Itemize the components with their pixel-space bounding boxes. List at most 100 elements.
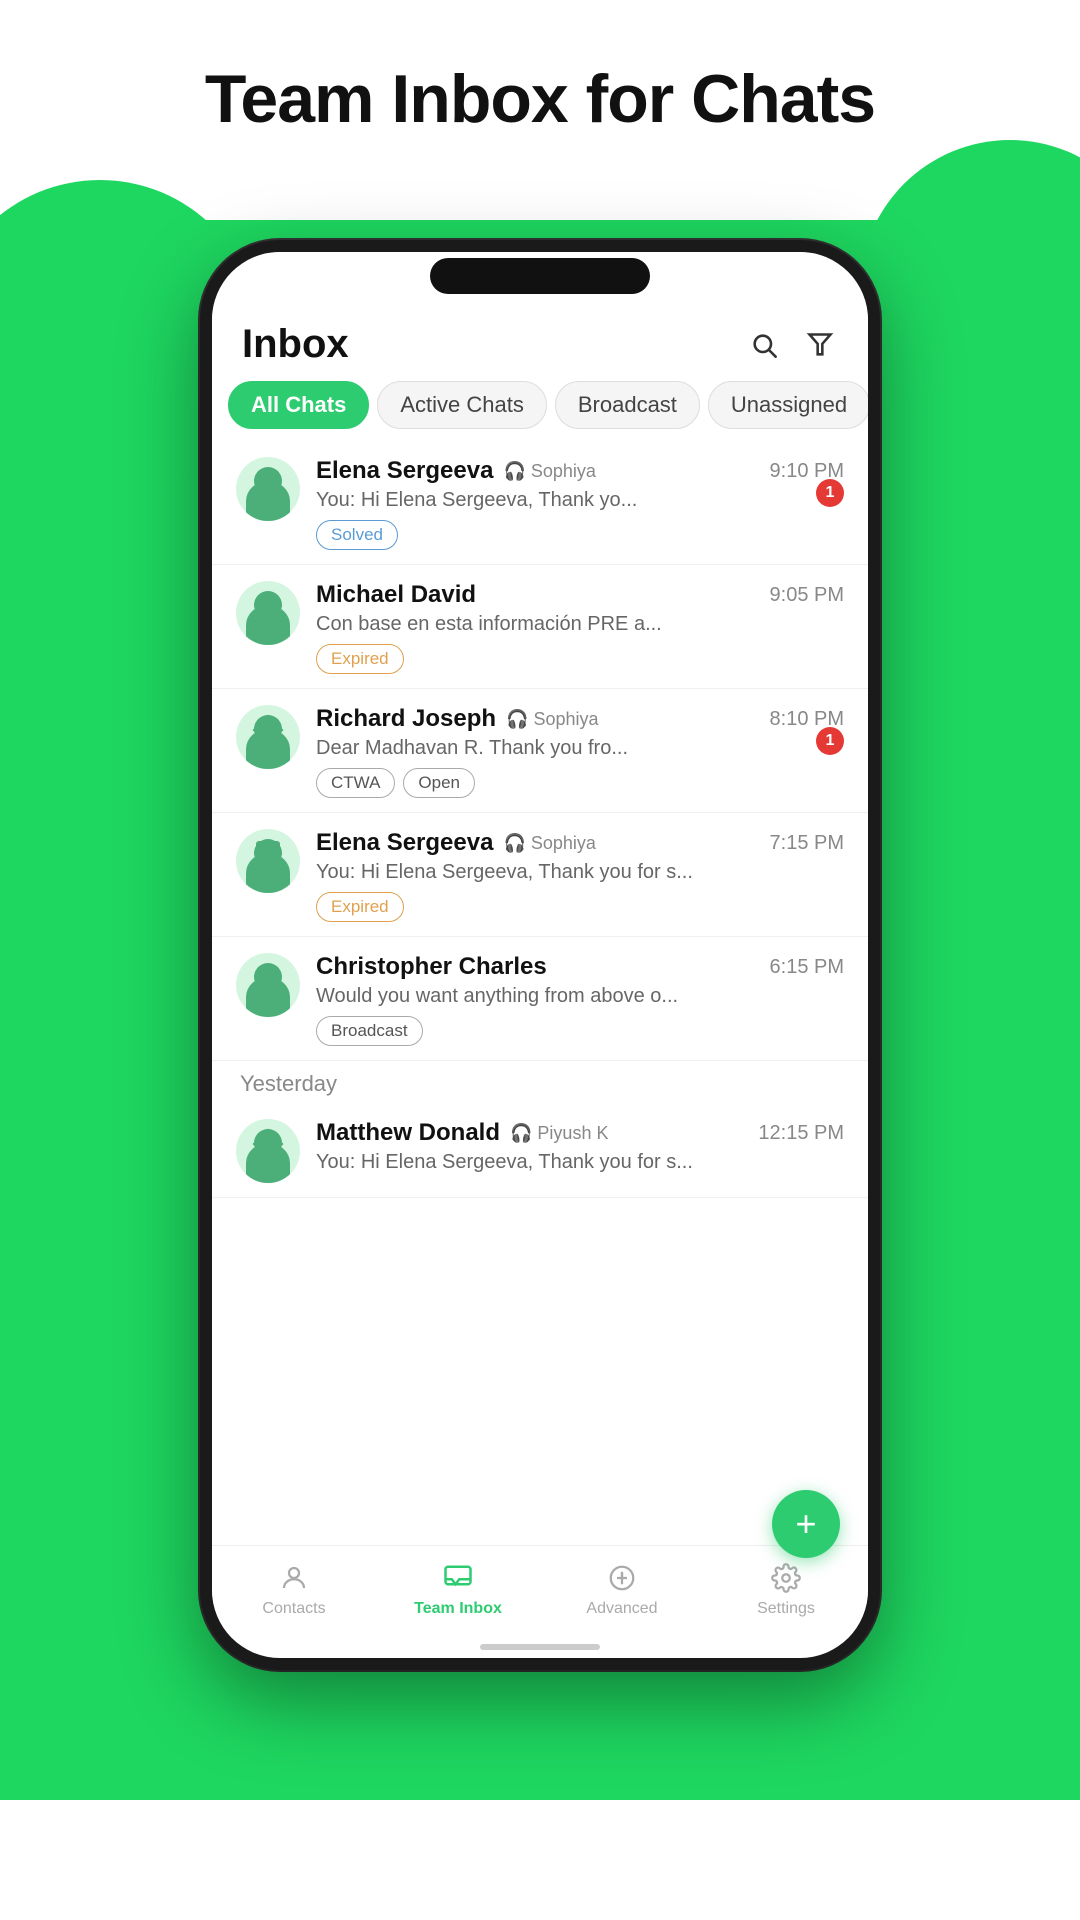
tag-expired: Expired — [316, 892, 404, 922]
chat-info: Richard Joseph 🎧 Sophiya 8:10 PM Dear Ma… — [316, 705, 844, 798]
avatar — [236, 829, 300, 893]
nav-team-inbox-label: Team Inbox — [414, 1600, 502, 1618]
agent-badge: 🎧 Piyush K — [510, 1123, 608, 1144]
header: Inbox — [212, 312, 868, 381]
chat-tags: CTWA Open — [316, 768, 844, 798]
agent-name: Piyush K — [537, 1123, 608, 1144]
headset-icon: 🎧 — [503, 461, 525, 482]
chat-message: You: Hi Elena Sergeeva, Thank yo... — [316, 489, 844, 512]
team-inbox-icon — [440, 1560, 476, 1596]
search-icon[interactable] — [746, 327, 782, 363]
avatar — [236, 705, 300, 769]
filter-icon[interactable] — [802, 327, 838, 363]
contacts-icon — [276, 1560, 312, 1596]
chat-item[interactable]: Matthew Donald 🎧 Piyush K 12:15 PM You: … — [212, 1103, 868, 1198]
chat-name: Elena Sergeeva — [316, 829, 493, 857]
chat-info: Elena Sergeeva 🎧 Sophiya 9:10 PM You: Hi… — [316, 457, 844, 550]
chat-top-row: Matthew Donald 🎧 Piyush K 12:15 PM — [316, 1119, 844, 1147]
tag-solved: Solved — [316, 520, 398, 550]
chat-message: Con base en esta información PRE a... — [316, 613, 844, 636]
chat-name-row: Elena Sergeeva 🎧 Sophiya — [316, 457, 770, 485]
chat-list: Elena Sergeeva 🎧 Sophiya 9:10 PM You: Hi… — [212, 441, 868, 1545]
chat-name-row: Richard Joseph 🎧 Sophiya — [316, 705, 770, 733]
chat-info: Matthew Donald 🎧 Piyush K 12:15 PM You: … — [316, 1119, 844, 1182]
agent-badge: 🎧 Sophiya — [503, 461, 595, 482]
notch — [430, 258, 650, 294]
agent-name: Sophiya — [531, 833, 596, 854]
chat-item[interactable]: Elena Sergeeva 🎧 Sophiya 7:15 PM You: Hi… — [212, 813, 868, 937]
chat-time: 6:15 PM — [770, 956, 844, 979]
headset-icon: 🎧 — [510, 1123, 532, 1144]
chat-info: Michael David 9:05 PM Con base en esta i… — [316, 581, 844, 674]
avatar — [236, 581, 300, 645]
chat-top-row: Richard Joseph 🎧 Sophiya 8:10 PM — [316, 705, 844, 733]
advanced-icon — [604, 1560, 640, 1596]
nav-team-inbox[interactable]: Team Inbox — [376, 1556, 540, 1622]
chat-top-row: Elena Sergeeva 🎧 Sophiya 7:15 PM — [316, 829, 844, 857]
chat-message: Would you want anything from above o... — [316, 985, 844, 1008]
agent-badge: 🎧 Sophiya — [506, 709, 598, 730]
tag-expired: Expired — [316, 644, 404, 674]
nav-settings-label: Settings — [757, 1600, 815, 1618]
chat-tags: Expired — [316, 892, 844, 922]
page-title: Team Inbox for Chats — [0, 60, 1080, 138]
avatar — [236, 1119, 300, 1183]
chat-item[interactable]: Christopher Charles 6:15 PM Would you wa… — [212, 937, 868, 1061]
chat-time: 12:15 PM — [758, 1122, 844, 1145]
chat-name: Matthew Donald — [316, 1119, 500, 1147]
settings-icon — [768, 1560, 804, 1596]
nav-settings[interactable]: Settings — [704, 1556, 868, 1622]
agent-badge: 🎧 Sophiya — [503, 833, 595, 854]
chat-item[interactable]: Michael David 9:05 PM Con base en esta i… — [212, 565, 868, 689]
chat-name-row: Michael David — [316, 581, 770, 609]
chat-name-row: Matthew Donald 🎧 Piyush K — [316, 1119, 758, 1147]
nav-contacts-label: Contacts — [262, 1600, 325, 1618]
chat-name: Christopher Charles — [316, 953, 547, 981]
phone-frame: Inbox All C — [200, 240, 880, 1670]
chat-tags: Solved — [316, 520, 844, 550]
tag-broadcast: Broadcast — [316, 1016, 423, 1046]
chat-item[interactable]: Richard Joseph 🎧 Sophiya 8:10 PM Dear Ma… — [212, 689, 868, 813]
headset-icon: 🎧 — [503, 833, 525, 854]
chat-time: 7:15 PM — [770, 832, 844, 855]
chat-name-row: Christopher Charles — [316, 953, 770, 981]
chat-item[interactable]: Elena Sergeeva 🎧 Sophiya 9:10 PM You: Hi… — [212, 441, 868, 565]
chat-top-row: Elena Sergeeva 🎧 Sophiya 9:10 PM — [316, 457, 844, 485]
agent-name: Sophiya — [531, 461, 596, 482]
nav-advanced[interactable]: Advanced — [540, 1556, 704, 1622]
tabs-container: All Chats Active Chats Broadcast Unassig… — [212, 381, 868, 441]
tab-all-chats[interactable]: All Chats — [228, 381, 369, 429]
unread-badge: 1 — [816, 727, 844, 755]
chat-name-row: Elena Sergeeva 🎧 Sophiya — [316, 829, 770, 857]
home-indicator — [480, 1644, 600, 1650]
tab-active-chats[interactable]: Active Chats — [377, 381, 547, 429]
avatar — [236, 457, 300, 521]
agent-name: Sophiya — [533, 709, 598, 730]
chat-top-row: Christopher Charles 6:15 PM — [316, 953, 844, 981]
header-icons — [746, 327, 838, 363]
phone-screen: Inbox All C — [212, 252, 868, 1658]
chat-message: You: Hi Elena Sergeeva, Thank you for s.… — [316, 861, 844, 884]
chat-tags: Broadcast — [316, 1016, 844, 1046]
bg-white-bottom — [0, 1800, 1080, 1920]
tag-open: Open — [403, 768, 475, 798]
avatar — [236, 953, 300, 1017]
tab-unassigned[interactable]: Unassigned — [708, 381, 868, 429]
nav-contacts[interactable]: Contacts — [212, 1556, 376, 1622]
headset-icon: 🎧 — [506, 709, 528, 730]
fab-button[interactable]: + — [772, 1490, 840, 1558]
unread-badge: 1 — [816, 479, 844, 507]
chat-info: Elena Sergeeva 🎧 Sophiya 7:15 PM You: Hi… — [316, 829, 844, 922]
chat-message: Dear Madhavan R. Thank you fro... — [316, 737, 844, 760]
tab-broadcast[interactable]: Broadcast — [555, 381, 700, 429]
inbox-title: Inbox — [242, 322, 349, 367]
bottom-nav: Contacts Team Inbox — [212, 1545, 868, 1638]
chat-name: Richard Joseph — [316, 705, 496, 733]
screen-inner: Inbox All C — [212, 252, 868, 1658]
chat-name: Elena Sergeeva — [316, 457, 493, 485]
section-yesterday: Yesterday — [212, 1061, 868, 1103]
tag-ctwa: CTWA — [316, 768, 395, 798]
chat-info: Christopher Charles 6:15 PM Would you wa… — [316, 953, 844, 1046]
chat-time: 9:05 PM — [770, 584, 844, 607]
bg-bottom-left-circle — [0, 1560, 220, 1840]
